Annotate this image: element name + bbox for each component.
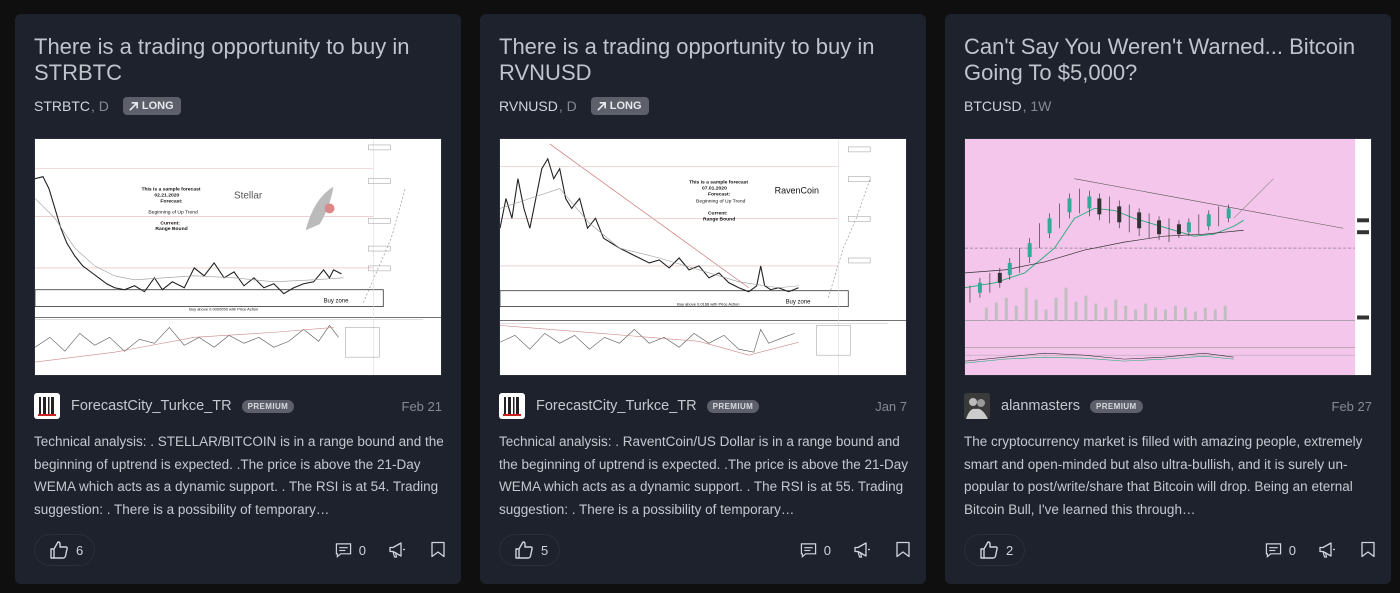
megaphone-share-icon[interactable] xyxy=(388,541,406,559)
comment-count: 0 xyxy=(1288,542,1296,558)
interval-label: , D xyxy=(91,98,109,114)
chart-snapshot xyxy=(965,139,1371,375)
chart-forecast-line: Range Bound xyxy=(703,216,735,222)
card-footer: 6 0 xyxy=(34,534,446,566)
idea-chart-image[interactable]: This is a sample forecast 02.21.2020 For… xyxy=(34,138,442,376)
like-button[interactable]: 2 xyxy=(964,534,1025,566)
arrow-up-right-icon xyxy=(597,101,606,111)
interval-label: , D xyxy=(558,98,577,114)
chart-forecast-line: This is a sample forecast xyxy=(141,187,200,193)
symbol-row: STRBTC , D LONG xyxy=(34,96,181,116)
symbol-row: RVNUSD , D LONG xyxy=(499,96,649,116)
chart-forecast-line: 02.21.2020 xyxy=(154,193,179,199)
publish-date: Feb 21 xyxy=(401,398,442,414)
publish-date: Feb 27 xyxy=(1331,398,1372,414)
like-count: 5 xyxy=(541,542,549,558)
bookmark-icon[interactable] xyxy=(1360,541,1376,558)
long-badge-label: LONG xyxy=(141,100,174,112)
long-badge-label: LONG xyxy=(609,100,642,112)
chart-asset-label: Stellar xyxy=(234,191,263,202)
chart-snapshot: This is a sample forecast 02.21.2020 For… xyxy=(35,139,441,375)
arrow-up-right-icon xyxy=(129,101,138,111)
like-button[interactable]: 6 xyxy=(34,534,95,566)
chart-forecast-line: Range Bound xyxy=(155,226,187,232)
comment-count: 0 xyxy=(358,542,366,558)
author-link[interactable]: ForecastCity_Turkce_TR xyxy=(536,398,697,414)
chart-forecast-line: Current: xyxy=(708,210,728,216)
bookmark-icon[interactable] xyxy=(895,541,911,558)
comments-button[interactable]: 0 xyxy=(335,534,366,566)
idea-description[interactable]: The cryptocurrency market is filled with… xyxy=(964,431,1380,521)
avatar[interactable] xyxy=(964,393,990,419)
thumbs-up-icon xyxy=(515,541,533,559)
like-count: 6 xyxy=(76,542,84,558)
idea-chart-image[interactable]: This is a sample forecast 07.01.2020 For… xyxy=(499,138,907,376)
long-badge: LONG xyxy=(590,97,649,115)
chart-forecast-line: Beginning of Up Trend xyxy=(696,198,746,204)
idea-title[interactable]: Can't Say You Weren't Warned... Bitcoin … xyxy=(964,34,1384,86)
chart-buy-zone-label: Buy zone xyxy=(324,299,350,305)
author-row: ForecastCity_Turkce_TR PREMIUM Feb 21 xyxy=(34,393,442,419)
chart-forecast-line: Forecast: xyxy=(160,198,183,204)
avatar[interactable] xyxy=(499,393,525,419)
comment-icon xyxy=(335,542,351,558)
idea-title[interactable]: There is a trading opportunity to buy in… xyxy=(34,34,454,86)
premium-badge: PREMIUM xyxy=(241,399,295,413)
chart-forecast-line: 07.01.2020 xyxy=(702,186,727,192)
megaphone-share-icon[interactable] xyxy=(853,541,871,559)
thumbs-up-icon xyxy=(980,541,998,559)
symbol-link[interactable]: STRBTC xyxy=(34,98,90,114)
idea-chart-image[interactable] xyxy=(964,138,1372,376)
symbol-link[interactable]: BTCUSD xyxy=(964,98,1022,114)
symbol-row: BTCUSD , 1W xyxy=(964,96,1051,116)
publish-date: Jan 7 xyxy=(875,398,907,414)
megaphone-share-icon[interactable] xyxy=(1318,541,1336,559)
comment-count: 0 xyxy=(823,542,831,558)
comments-button[interactable]: 0 xyxy=(1265,534,1296,566)
comment-icon xyxy=(800,542,816,558)
chart-asset-label: RavenCoin xyxy=(775,186,819,196)
chart-forecast-line: Current: xyxy=(160,220,180,226)
chart-buy-zone-label: Buy zone xyxy=(786,300,812,306)
idea-description[interactable]: Technical analysis: . STELLAR/BITCOIN is… xyxy=(34,431,450,521)
idea-card[interactable]: Can't Say You Weren't Warned... Bitcoin … xyxy=(945,14,1391,584)
card-footer: 2 0 xyxy=(964,534,1376,566)
author-link[interactable]: alanmasters xyxy=(1001,398,1080,414)
interval-label: , 1W xyxy=(1022,98,1052,114)
chart-forecast-line: Forecast: xyxy=(708,192,731,198)
author-row: alanmasters PREMIUM Feb 27 xyxy=(964,393,1372,419)
idea-description[interactable]: Technical analysis: . RaventCoin/US Doll… xyxy=(499,431,915,521)
long-badge: LONG xyxy=(122,97,181,115)
like-button[interactable]: 5 xyxy=(499,534,560,566)
comments-button[interactable]: 0 xyxy=(800,534,831,566)
chart-snapshot: This is a sample forecast 07.01.2020 For… xyxy=(500,139,906,375)
chart-forecast-line: This is a sample forecast xyxy=(689,180,748,186)
bookmark-icon[interactable] xyxy=(430,541,446,558)
card-footer: 5 0 xyxy=(499,534,911,566)
chart-forecast-line: Beginning of Up Trend xyxy=(148,209,198,215)
author-link[interactable]: ForecastCity_Turkce_TR xyxy=(71,398,232,414)
idea-title[interactable]: There is a trading opportunity to buy in… xyxy=(499,34,919,86)
chart-buy-above-label: Buy above 0.0000050 with Price Action xyxy=(189,307,258,312)
like-count: 2 xyxy=(1006,542,1014,558)
chart-buy-above-label: Buy above 0.0168 with Price Action xyxy=(677,302,739,307)
idea-card[interactable]: There is a trading opportunity to buy in… xyxy=(15,14,461,584)
thumbs-up-icon xyxy=(50,541,68,559)
symbol-link[interactable]: RVNUSD xyxy=(499,98,558,114)
idea-card[interactable]: There is a trading opportunity to buy in… xyxy=(480,14,926,584)
premium-badge: PREMIUM xyxy=(1089,399,1143,413)
avatar[interactable] xyxy=(34,393,60,419)
premium-badge: PREMIUM xyxy=(706,399,760,413)
comment-icon xyxy=(1265,542,1281,558)
author-row: ForecastCity_Turkce_TR PREMIUM Jan 7 xyxy=(499,393,907,419)
